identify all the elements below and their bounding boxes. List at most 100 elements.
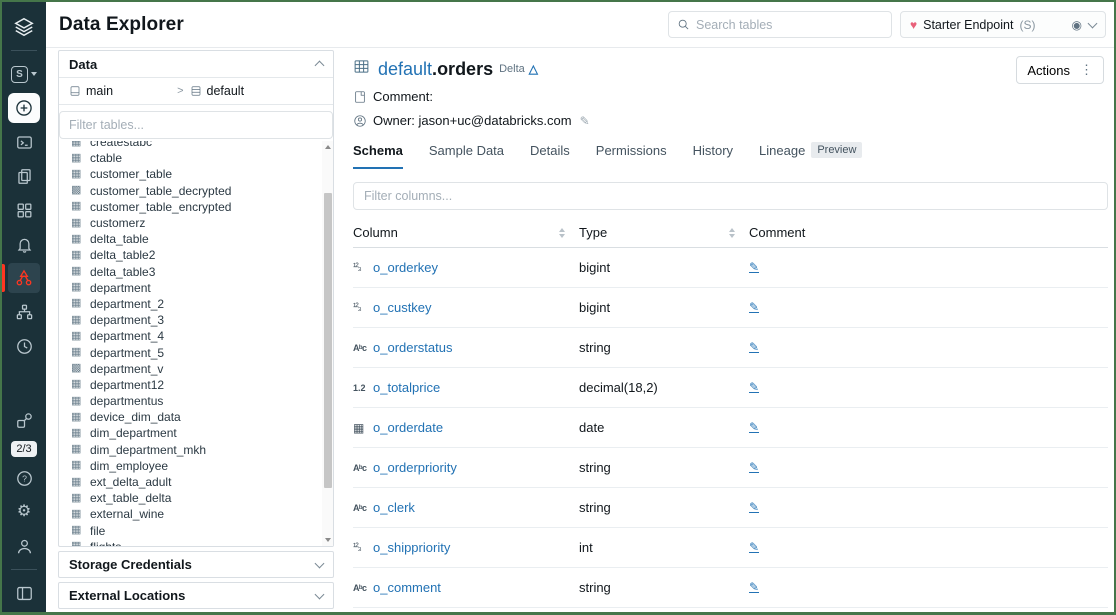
breadcrumb-separator: > xyxy=(177,85,183,97)
column-header-cell[interactable]: Column xyxy=(353,225,579,240)
table-tree-item[interactable]: ▦ department_3 xyxy=(71,312,319,328)
table-tree-item[interactable]: ▦ ctable xyxy=(71,150,319,166)
table-tree-item[interactable]: ▦ delta_table3 xyxy=(71,264,319,280)
table-tree-item[interactable]: ▦ department_5 xyxy=(71,344,319,360)
help-icon[interactable]: ? xyxy=(8,463,40,493)
tab-schema[interactable]: Schema xyxy=(353,143,403,169)
tab-sample-data[interactable]: Sample Data xyxy=(429,143,504,169)
edit-comment-pencil-icon[interactable]: ✎ xyxy=(749,502,759,514)
partner-connect-icon[interactable] xyxy=(8,405,40,435)
table-tree-item[interactable]: ▦ department12 xyxy=(71,377,319,393)
table-tree-item[interactable]: ▦ customer_table_encrypted xyxy=(71,199,319,215)
edit-comment-pencil-icon[interactable]: ✎ xyxy=(749,542,759,554)
column-name-link[interactable]: o_orderkey xyxy=(373,260,438,275)
column-name-link[interactable]: o_orderpriority xyxy=(373,460,457,475)
scroll-up-icon[interactable] xyxy=(325,145,331,149)
data-browser-panel: Data main > default xyxy=(46,48,344,612)
edit-comment-pencil-icon[interactable]: ✎ xyxy=(749,302,759,314)
table-tree-item[interactable]: ▦ createstabc xyxy=(71,141,319,150)
edit-comment-pencil-icon[interactable]: ✎ xyxy=(749,462,759,474)
panel-toggle-icon[interactable] xyxy=(8,578,40,608)
settings-gear-icon[interactable]: ⚙ xyxy=(8,497,40,527)
string-type-icon: Aᵇc xyxy=(353,503,373,513)
breadcrumb-schema[interactable]: default xyxy=(190,84,245,98)
table-tree-item[interactable]: ▦ department_2 xyxy=(71,296,319,312)
workflows-icon[interactable] xyxy=(8,297,40,327)
column-name-link[interactable]: o_shippriority xyxy=(373,540,450,555)
table-tree-item[interactable]: ▦ flights xyxy=(71,539,319,546)
title-schema-link[interactable]: default xyxy=(378,59,432,79)
edit-comment-pencil-icon[interactable]: ✎ xyxy=(749,342,759,354)
tab-details[interactable]: Details xyxy=(530,143,570,169)
scroll-down-icon[interactable] xyxy=(325,538,331,542)
table-tree-item[interactable]: ▦ ext_table_delta xyxy=(71,490,319,506)
column-name-link[interactable]: o_custkey xyxy=(373,300,432,315)
tree-scrollbar[interactable] xyxy=(322,141,333,546)
create-plus-icon[interactable] xyxy=(8,93,40,123)
edit-comment-pencil-icon[interactable]: ✎ xyxy=(749,582,759,594)
data-section-header[interactable]: Data xyxy=(59,51,333,78)
storage-credentials-section[interactable]: Storage Credentials xyxy=(58,551,334,578)
column-name-link[interactable]: o_totalprice xyxy=(373,380,440,395)
table-tree-item[interactable]: ▦ departmentus xyxy=(71,393,319,409)
search-tables-input[interactable] xyxy=(696,18,883,32)
table-tree-item[interactable]: ▦ external_wine xyxy=(71,506,319,522)
column-type: string xyxy=(579,340,611,355)
table-tree-item[interactable]: ▦ dim_department_mkh xyxy=(71,442,319,458)
tab-lineage[interactable]: Lineage Preview xyxy=(759,142,862,169)
data-explorer-icon[interactable] xyxy=(8,263,40,293)
date-type-icon: ▦ xyxy=(353,421,373,435)
endpoint-status-icon[interactable]: ◉ xyxy=(1072,19,1082,31)
filter-columns-input[interactable] xyxy=(353,182,1108,210)
external-locations-section[interactable]: External Locations xyxy=(58,582,334,609)
table-tree-item[interactable]: ▦ customer_table xyxy=(71,166,319,182)
column-type: date xyxy=(579,420,604,435)
actions-button[interactable]: Actions ⋮ xyxy=(1016,56,1104,84)
table-tree-item[interactable]: ▩ customer_table_decrypted xyxy=(71,183,319,199)
column-name-link[interactable]: o_orderdate xyxy=(373,420,443,435)
table-tree-item[interactable]: ▦ delta_table2 xyxy=(71,247,319,263)
edit-comment-pencil-icon[interactable]: ✎ xyxy=(749,262,759,274)
alerts-bell-icon[interactable] xyxy=(8,229,40,259)
edit-comment-pencil-icon[interactable]: ✎ xyxy=(749,382,759,394)
column-name-link[interactable]: o_orderstatus xyxy=(373,340,453,355)
schema-row: Aᵇc o_clerk string ✎ xyxy=(353,488,1108,528)
table-tree-item[interactable]: ▦ dim_department xyxy=(71,425,319,441)
search-icon xyxy=(677,18,690,31)
query-history-icon[interactable] xyxy=(8,331,40,361)
tab-permissions[interactable]: Permissions xyxy=(596,143,667,169)
type-header-cell[interactable]: Type xyxy=(579,225,749,240)
table-tree-item[interactable]: ▦ ext_delta_adult xyxy=(71,474,319,490)
account-user-icon[interactable] xyxy=(8,531,40,561)
column-name-link[interactable]: o_comment xyxy=(373,580,441,595)
table-tree-item[interactable]: ▦ department_4 xyxy=(71,328,319,344)
schema-row: ▦ o_orderdate date ✎ xyxy=(353,408,1108,448)
workspace-switcher-icon[interactable]: S xyxy=(8,59,40,89)
usage-counter-badge[interactable]: 2/3 xyxy=(11,441,36,457)
edit-owner-pencil-icon[interactable]: ✎ xyxy=(580,114,590,128)
endpoint-selector[interactable]: ♥ Starter Endpoint (S) ◉ xyxy=(900,11,1106,38)
breadcrumb-catalog[interactable]: main xyxy=(69,84,113,98)
queries-icon[interactable] xyxy=(8,161,40,191)
table-tree-item[interactable]: ▦ department xyxy=(71,280,319,296)
table-tree-item[interactable]: ▦ file xyxy=(71,523,319,539)
table-tree-item[interactable]: ▦ customerz xyxy=(71,215,319,231)
table-tree-item[interactable]: ▩ department_v xyxy=(71,361,319,377)
scrollbar-thumb[interactable] xyxy=(324,193,332,488)
sql-editor-icon[interactable] xyxy=(8,127,40,157)
schema-row: Aᵇc o_comment string ✎ xyxy=(353,568,1108,608)
sort-icon[interactable] xyxy=(729,228,735,238)
table-tree-item[interactable]: ▦ delta_table xyxy=(71,231,319,247)
column-name-link[interactable]: o_clerk xyxy=(373,500,415,515)
databricks-logo-icon[interactable] xyxy=(8,12,40,42)
table-icon: ▦ xyxy=(71,250,83,261)
dashboards-icon[interactable] xyxy=(8,195,40,225)
tab-history[interactable]: History xyxy=(693,143,733,169)
table-tree-item[interactable]: ▦ device_dim_data xyxy=(71,409,319,425)
filter-tables-input[interactable] xyxy=(59,111,333,139)
app-window: S 2/3 ? xyxy=(0,0,1116,615)
sort-icon[interactable] xyxy=(559,228,565,238)
table-tree-item[interactable]: ▦ dim_employee xyxy=(71,458,319,474)
edit-comment-pencil-icon[interactable]: ✎ xyxy=(749,422,759,434)
tables-tree: ▦ createstabc ▦ ctable ▦ customer_table … xyxy=(59,141,333,546)
